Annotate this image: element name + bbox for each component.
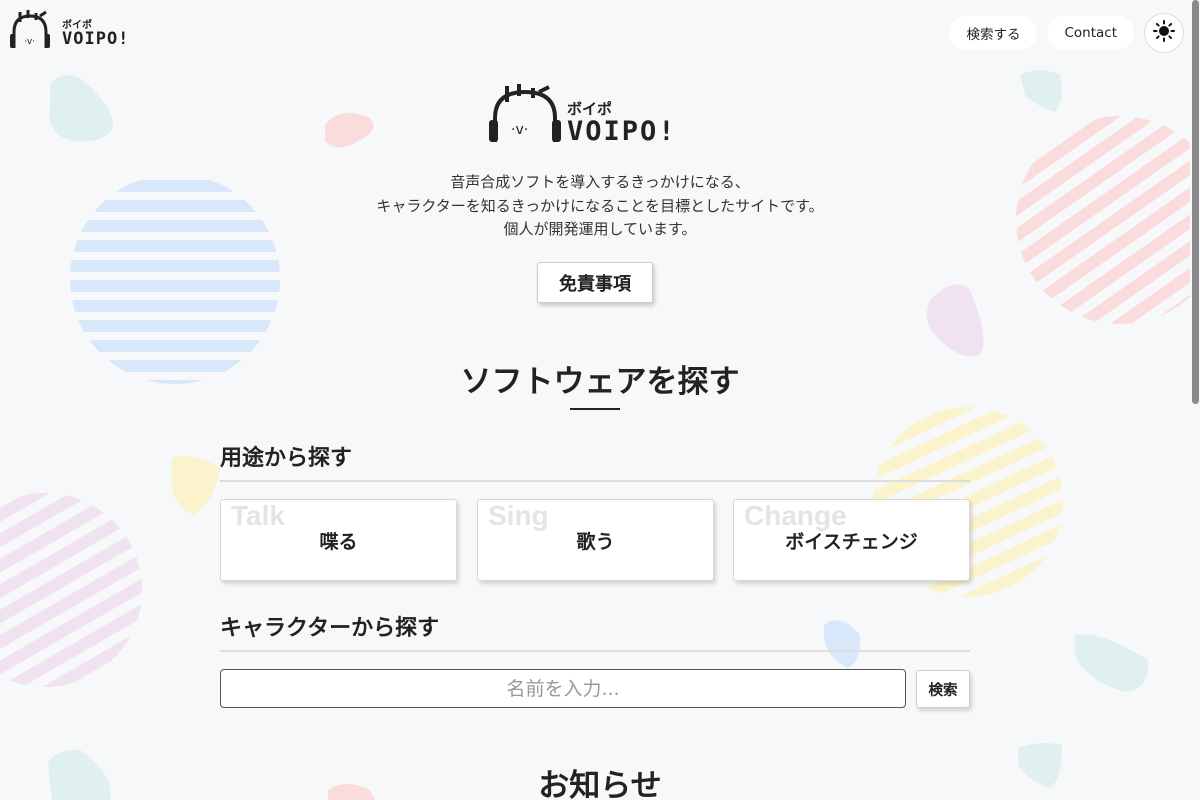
hero-logo-text: VOIPO! bbox=[567, 116, 677, 147]
nav-search-link[interactable]: 検索する bbox=[949, 16, 1038, 50]
category-label: 歌う bbox=[576, 531, 615, 553]
nav-contact-link[interactable]: Contact bbox=[1047, 16, 1134, 50]
intro-line: 個人が開発運用しています。 bbox=[503, 220, 697, 238]
page-scrollbar[interactable] bbox=[1190, 0, 1200, 800]
category-card-talk[interactable]: Talk 喋る bbox=[220, 499, 457, 581]
header-nav: 検索する Contact bbox=[949, 13, 1184, 53]
intro-line: キャラクターを知るきっかけになることを目標としたサイトです。 bbox=[376, 196, 824, 215]
section-title-software: ソフトウェアを探す bbox=[460, 364, 740, 400]
hero-logo: ·v· ボイポ VOIPO! bbox=[489, 84, 703, 147]
intro-line: 音声合成ソフトを導入するきっかけになる、 bbox=[450, 173, 750, 191]
site-intro: 音声合成ソフトを導入するきっかけになる、 キャラクターを知るきっかけになることを… bbox=[300, 171, 900, 242]
logo-text: VOIPO! bbox=[62, 29, 130, 49]
subheading-by-use: 用途から探す bbox=[220, 440, 970, 482]
category-card-voice-change[interactable]: Change ボイスチェンジ bbox=[733, 499, 970, 581]
category-label: 喋る bbox=[319, 531, 358, 553]
theme-toggle-button[interactable] bbox=[1144, 13, 1184, 53]
category-card-sing[interactable]: Sing 歌う bbox=[477, 499, 714, 581]
section-underline bbox=[570, 408, 620, 410]
site-logo[interactable]: ·v· ボイポ VOIPO! bbox=[10, 10, 152, 50]
character-search-button[interactable]: 検索 bbox=[916, 670, 970, 708]
section-title-news: お知らせ bbox=[538, 768, 662, 800]
sun-icon bbox=[1153, 20, 1175, 46]
subheading-by-character: キャラクターから探す bbox=[220, 610, 970, 652]
scrollbar-thumb[interactable] bbox=[1192, 0, 1199, 404]
category-label: ボイスチェンジ bbox=[785, 531, 918, 553]
svg-text:·v·: ·v· bbox=[24, 37, 35, 47]
svg-text:·v·: ·v· bbox=[511, 122, 528, 138]
disclaimer-button[interactable]: 免責事項 bbox=[537, 262, 653, 303]
character-search-input[interactable] bbox=[220, 669, 906, 708]
